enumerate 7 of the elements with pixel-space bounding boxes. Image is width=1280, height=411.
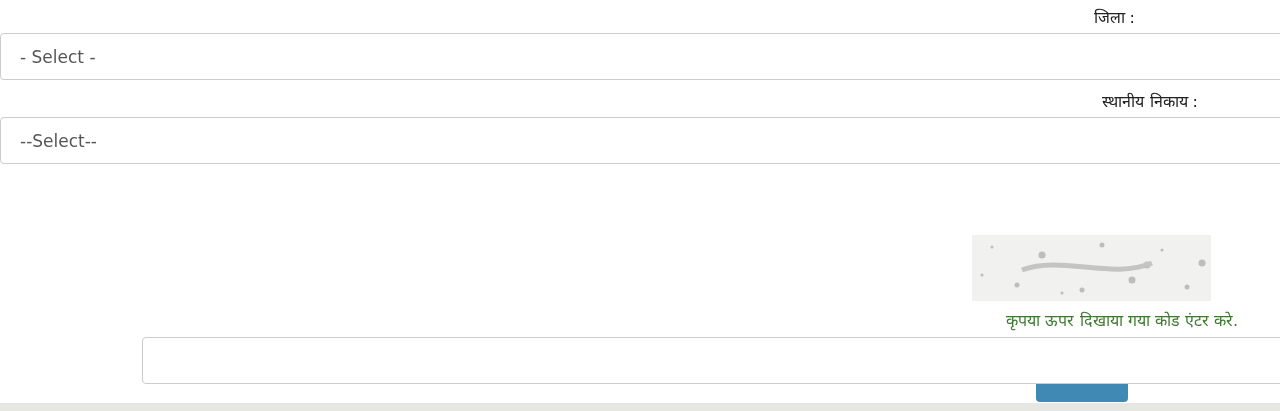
field-label: जिला : [1093, 6, 1135, 28]
field-label: स्थानीय निकाय : [1102, 90, 1198, 112]
select-dropdown[interactable]: --Select-- [0, 117, 1280, 164]
captcha-input-field[interactable] [142, 337, 1280, 384]
select-dropdown[interactable]: - Select - [0, 33, 1280, 80]
submit-button[interactable] [1036, 384, 1128, 402]
captcha-hint: कृपया ऊपर दिखाया गया कोड एंटर करे. [1006, 310, 1238, 331]
